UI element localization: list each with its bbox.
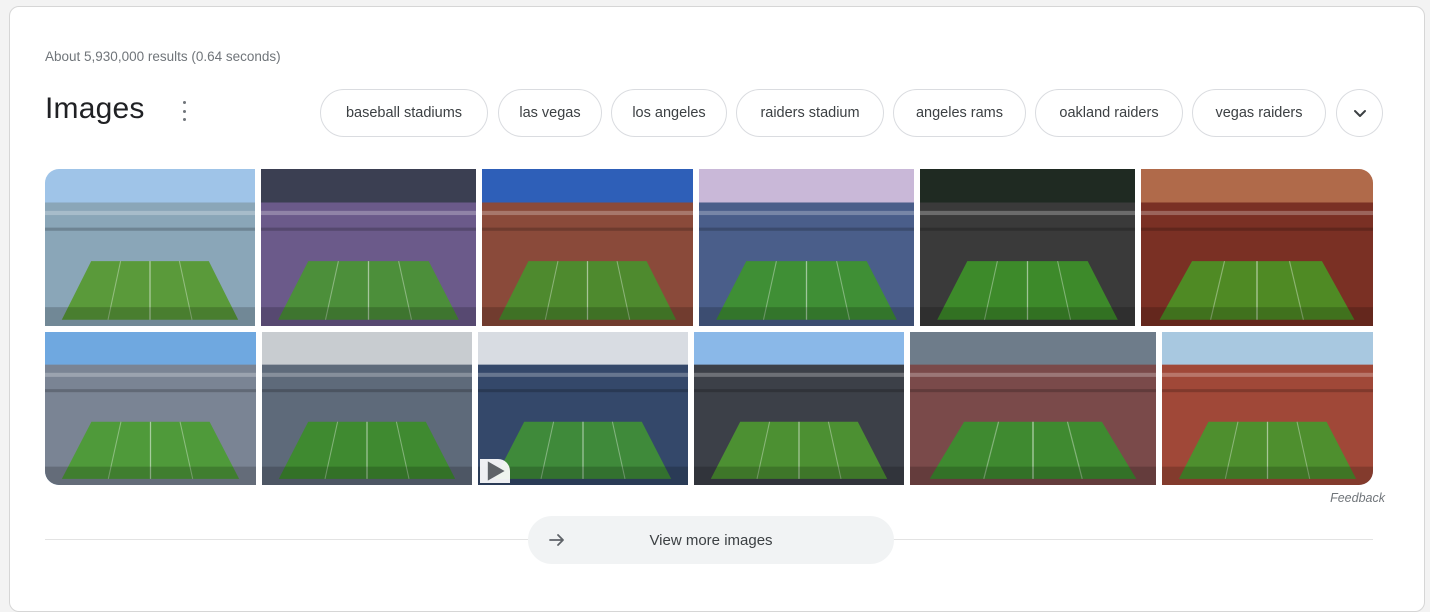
image-thumbnail[interactable] bbox=[45, 169, 255, 326]
stadium-photo bbox=[482, 169, 693, 326]
stadium-photo bbox=[699, 169, 914, 326]
stadium-photo bbox=[261, 169, 476, 326]
image-thumbnail[interactable] bbox=[910, 332, 1156, 485]
chevron-down-icon bbox=[1353, 110, 1366, 117]
stadium-photo bbox=[694, 332, 904, 485]
stadium-photo bbox=[45, 169, 255, 326]
image-thumbnail[interactable] bbox=[482, 169, 693, 326]
image-thumbnail[interactable] bbox=[694, 332, 904, 485]
video-badge bbox=[480, 459, 510, 483]
chip-oakland-raiders[interactable]: oakland raiders bbox=[1035, 89, 1183, 137]
chip-las-vegas[interactable]: las vegas bbox=[498, 89, 602, 137]
chip-los-angeles[interactable]: los angeles bbox=[611, 89, 727, 137]
more-options-icon[interactable] bbox=[180, 101, 188, 121]
image-thumbnail[interactable] bbox=[262, 332, 472, 485]
chip-vegas-raiders[interactable]: vegas raiders bbox=[1192, 89, 1326, 137]
stadium-photo bbox=[910, 332, 1156, 485]
play-icon bbox=[487, 461, 505, 481]
images-section-title: Images bbox=[45, 92, 145, 125]
image-thumbnail[interactable] bbox=[920, 169, 1135, 326]
image-thumbnail[interactable] bbox=[261, 169, 476, 326]
expand-chips-button[interactable] bbox=[1336, 89, 1383, 137]
stadium-photo bbox=[920, 169, 1135, 326]
view-more-images-label: View more images bbox=[649, 532, 773, 549]
stadium-photo bbox=[262, 332, 472, 485]
chip-raiders-stadium[interactable]: raiders stadium bbox=[736, 89, 884, 137]
stadium-photo bbox=[1141, 169, 1373, 326]
image-grid bbox=[45, 169, 1373, 485]
results-stats: About 5,930,000 results (0.64 seconds) bbox=[45, 49, 281, 64]
image-thumbnail[interactable] bbox=[478, 332, 688, 485]
chip-baseball-stadiums[interactable]: baseball stadiums bbox=[320, 89, 488, 137]
image-thumbnail[interactable] bbox=[45, 332, 256, 485]
chip-angeles-rams[interactable]: angeles rams bbox=[893, 89, 1026, 137]
stadium-photo bbox=[1162, 332, 1373, 485]
feedback-link[interactable]: Feedback bbox=[1330, 491, 1385, 505]
image-thumbnail[interactable] bbox=[699, 169, 914, 326]
view-more-images-button[interactable]: View more images bbox=[528, 516, 894, 564]
image-thumbnail[interactable] bbox=[1141, 169, 1373, 326]
stadium-photo bbox=[45, 332, 256, 485]
image-thumbnail[interactable] bbox=[1162, 332, 1373, 485]
